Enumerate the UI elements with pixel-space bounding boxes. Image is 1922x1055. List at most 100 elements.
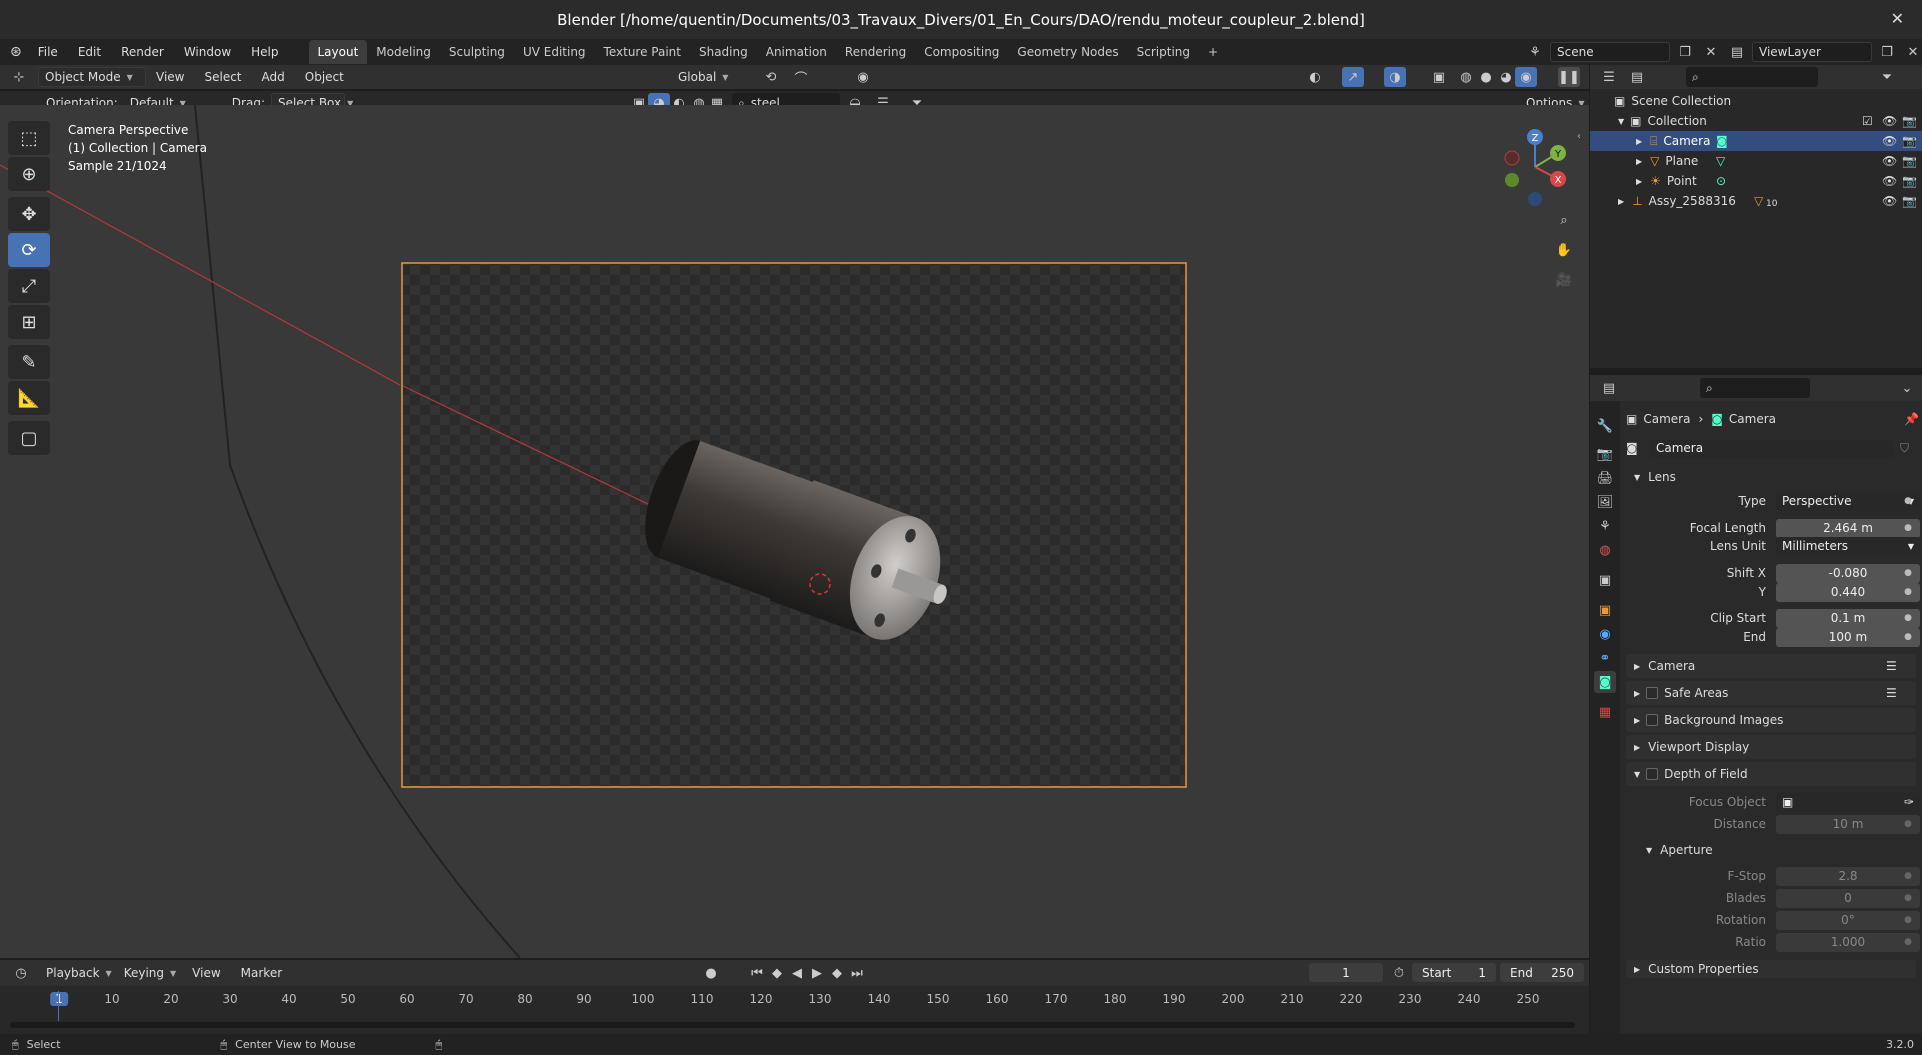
solid-shading-icon[interactable]: ● bbox=[1475, 67, 1497, 87]
menu-edit[interactable]: Edit bbox=[68, 45, 111, 59]
shift-x-field[interactable]: -0.080 bbox=[1776, 563, 1920, 583]
scene-icon[interactable]: ⚘ bbox=[1524, 42, 1546, 62]
keyframe-dot-icon[interactable]: ● bbox=[1904, 937, 1912, 947]
panel-viewport-display[interactable]: ▶ Viewport Display bbox=[1626, 735, 1916, 759]
scene-selector[interactable]: Scene bbox=[1550, 42, 1670, 62]
presets-list-icon[interactable]: ☰ bbox=[1886, 686, 1897, 700]
add-cube-tool[interactable]: ▢ bbox=[8, 421, 50, 455]
keyframe-dot-icon[interactable]: ● bbox=[1904, 893, 1912, 903]
menu-window[interactable]: Window bbox=[174, 45, 241, 59]
panel-aperture[interactable]: ▼ Aperture bbox=[1638, 838, 1916, 862]
expand-icon[interactable]: ▶ bbox=[1636, 157, 1642, 166]
panel-background-images[interactable]: ▶ Background Images bbox=[1626, 708, 1916, 732]
render-tab-icon[interactable]: 📷 bbox=[1594, 443, 1616, 465]
viewport-menu-add[interactable]: Add bbox=[252, 70, 295, 84]
rendered-shading-icon[interactable]: ◉ bbox=[1515, 67, 1537, 87]
gizmo-toggle-icon[interactable]: ↗ bbox=[1342, 67, 1364, 87]
keyframe-dot-icon[interactable]: ● bbox=[1904, 613, 1912, 623]
select-box-tool[interactable]: ⬚ bbox=[8, 121, 50, 155]
snap-icon[interactable]: ⌒ bbox=[790, 67, 812, 87]
depth-of-field-checkbox[interactable] bbox=[1646, 768, 1659, 780]
keyframe-dot-icon[interactable]: ● bbox=[1904, 568, 1912, 578]
lens-unit-dropdown[interactable]: Millimeters ▼ bbox=[1776, 536, 1920, 556]
viewport-menu-select[interactable]: Select bbox=[194, 70, 251, 84]
type-dropdown[interactable]: Perspective ▼ bbox=[1776, 491, 1920, 511]
blades-field[interactable]: 0 bbox=[1776, 888, 1920, 908]
shift-y-field[interactable]: 0.440 bbox=[1776, 582, 1920, 602]
new-scene-icon[interactable]: ❐ bbox=[1674, 42, 1696, 62]
keyframe-dot-icon[interactable]: ● bbox=[1904, 915, 1912, 925]
transform-orientation-dropdown[interactable]: Global ▼ bbox=[672, 67, 746, 87]
view-layer-tab-icon[interactable]: 🖼 bbox=[1594, 491, 1616, 513]
transform-tool[interactable]: ⊞ bbox=[8, 305, 50, 339]
cursor-tool[interactable]: ⊕ bbox=[8, 157, 50, 191]
outliner-item-assembly[interactable]: ▶ ⊥ Assy_2588316 ▽ 10 👁 📷 bbox=[1590, 191, 1922, 211]
play-reverse-icon[interactable]: ◀ bbox=[786, 963, 808, 983]
fstop-field[interactable]: 2.8 bbox=[1776, 866, 1920, 886]
add-workspace-icon[interactable]: + bbox=[1199, 40, 1227, 64]
distance-field[interactable]: 10 m bbox=[1776, 814, 1920, 834]
workspace-tab-texture-paint[interactable]: Texture Paint bbox=[595, 40, 690, 64]
render-camera-icon[interactable]: 📷 bbox=[1902, 134, 1917, 148]
annotate-tool[interactable]: ✎ bbox=[8, 345, 50, 379]
collection-checkbox-icon[interactable]: ☑ bbox=[1862, 114, 1873, 128]
rotate-tool[interactable]: ⟳ bbox=[8, 233, 50, 267]
camera-view-icon[interactable]: 🎥 bbox=[1553, 270, 1575, 290]
workspace-tab-uv-editing[interactable]: UV Editing bbox=[514, 40, 595, 64]
workspace-tab-geometry-nodes[interactable]: Geometry Nodes bbox=[1008, 40, 1127, 64]
viewport-3d[interactable]: Camera Perspective (1) Collection | Came… bbox=[0, 105, 1589, 958]
auto-keying-icon[interactable]: ● bbox=[700, 963, 722, 983]
datablock-name-field[interactable]: Camera bbox=[1650, 438, 1894, 458]
camera-data-tab-icon[interactable]: ◙ bbox=[1594, 671, 1616, 693]
clip-end-field[interactable]: 100 m bbox=[1776, 627, 1920, 647]
collection-tab-icon[interactable]: ▣ bbox=[1594, 569, 1616, 591]
workspace-tab-rendering[interactable]: Rendering bbox=[836, 40, 915, 64]
jump-end-icon[interactable]: ⏭ bbox=[846, 963, 868, 983]
workspace-tab-modeling[interactable]: Modeling bbox=[367, 40, 440, 64]
scene-tab-icon[interactable]: ⚘ bbox=[1594, 515, 1616, 537]
timeline-menu-view[interactable]: View bbox=[182, 966, 230, 980]
timeline-scrollbar[interactable] bbox=[10, 1022, 1575, 1028]
workspace-tab-sculpting[interactable]: Sculpting bbox=[440, 40, 514, 64]
navigation-gizmo[interactable]: Z Y X bbox=[1500, 127, 1570, 207]
keyframe-dot-icon[interactable]: ● bbox=[1904, 632, 1912, 642]
visibility-eye-icon[interactable]: 👁 bbox=[1882, 194, 1897, 208]
proportional-edit-icon[interactable]: ◉ bbox=[852, 67, 874, 87]
camera-datablock-icon[interactable]: ◙ bbox=[1626, 441, 1638, 455]
scale-tool[interactable]: ⤢ bbox=[8, 269, 50, 303]
clip-start-field[interactable]: 0.1 m bbox=[1776, 608, 1920, 628]
background-images-checkbox[interactable] bbox=[1646, 714, 1659, 726]
keyframe-dot-icon[interactable]: ● bbox=[1904, 523, 1912, 533]
rotation-field[interactable]: 0° bbox=[1776, 910, 1920, 930]
outliner-search-input[interactable]: ⌕ bbox=[1686, 67, 1818, 87]
next-keyframe-icon[interactable]: ◆ bbox=[826, 963, 848, 983]
overlay-toggle-icon[interactable]: ◑ bbox=[1384, 67, 1406, 87]
measure-tool[interactable]: 📐 bbox=[8, 381, 50, 415]
view-layer-icon[interactable]: ▤ bbox=[1726, 42, 1748, 62]
output-tab-icon[interactable]: 🖨 bbox=[1594, 467, 1616, 489]
playhead[interactable] bbox=[58, 991, 59, 1021]
start-frame-field[interactable]: Start 1 bbox=[1412, 963, 1496, 982]
delete-scene-icon[interactable]: ✕ bbox=[1700, 42, 1722, 62]
panel-custom-properties[interactable]: ▶ Custom Properties bbox=[1626, 960, 1916, 978]
render-camera-icon[interactable]: 📷 bbox=[1902, 194, 1917, 208]
presets-list-icon[interactable]: ☰ bbox=[1886, 659, 1897, 673]
focus-object-field[interactable]: ▣ ✑ bbox=[1776, 792, 1920, 812]
panel-safe-areas[interactable]: ▶ Safe Areas ☰ bbox=[1626, 681, 1916, 705]
preview-range-stopwatch-icon[interactable]: ⏱ bbox=[1388, 963, 1410, 983]
playback-menu[interactable]: Playback ▼ bbox=[40, 963, 118, 983]
close-icon[interactable]: ✕ bbox=[1891, 9, 1904, 28]
workspace-tab-shading[interactable]: Shading bbox=[690, 40, 757, 64]
jump-start-icon[interactable]: ⏮ bbox=[746, 963, 768, 983]
blender-logo-icon[interactable]: ⊛ bbox=[0, 44, 28, 60]
viewport-menu-view[interactable]: View bbox=[146, 70, 194, 84]
outliner-item-camera[interactable]: ▶ ⌸ Camera ◙ 👁 📷 bbox=[1590, 131, 1922, 151]
view-layer-selector[interactable]: ViewLayer bbox=[1752, 42, 1872, 62]
safe-areas-checkbox[interactable] bbox=[1646, 687, 1659, 699]
delete-view-layer-icon[interactable]: ✕ bbox=[1902, 42, 1922, 62]
menu-help[interactable]: Help bbox=[241, 45, 288, 59]
visibility-eye-icon[interactable]: 👁 bbox=[1882, 114, 1897, 128]
timeline-menu-marker[interactable]: Marker bbox=[231, 966, 292, 980]
display-mode-icon[interactable]: ▤ bbox=[1626, 67, 1648, 87]
panel-depth-of-field[interactable]: ▼ Depth of Field bbox=[1626, 762, 1916, 786]
